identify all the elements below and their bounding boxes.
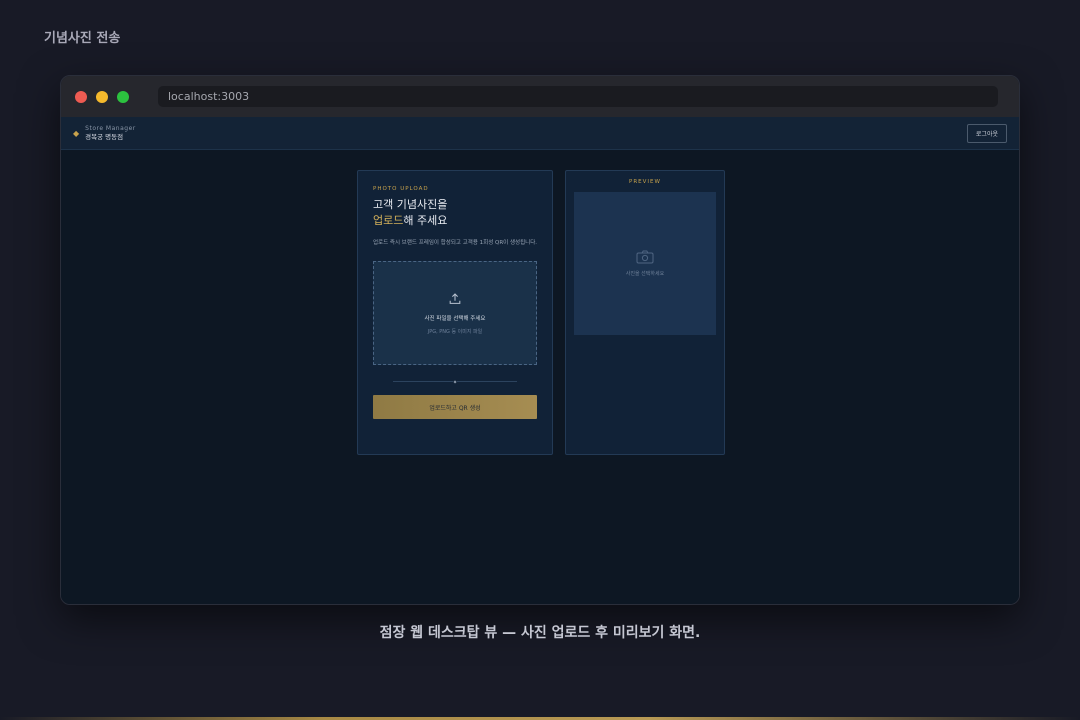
- upload-card: PHOTO UPLOAD 고객 기념사진을 업로드해 주세요 업로드 즉시 브랜…: [357, 170, 553, 455]
- section-label: PHOTO UPLOAD: [373, 186, 429, 192]
- brand-subtitle: Store Manager: [85, 124, 136, 132]
- maximize-window-button[interactable]: [117, 90, 129, 103]
- preview-placeholder: 사진을 선택하세요: [625, 271, 665, 277]
- heading-accent: 업로드: [373, 214, 404, 227]
- minimize-window-button[interactable]: [96, 90, 108, 103]
- browser-titlebar: localhost:3003: [61, 76, 1019, 117]
- heading-line-1: 고객 기념사진을: [373, 198, 448, 211]
- heading-rest: 해 주세요: [403, 214, 448, 227]
- browser-window: localhost:3003 ◆ Store Manager 경복궁 명동점 로…: [60, 75, 1020, 605]
- address-bar[interactable]: localhost:3003: [158, 86, 998, 107]
- file-dropzone[interactable]: 사진 파일을 선택해 주세요 JPG, PNG 등 이미지 파일: [373, 261, 537, 365]
- preview-card: PREVIEW 사진을 선택하세요: [565, 170, 725, 455]
- logout-button[interactable]: 로그아웃: [966, 123, 1007, 143]
- upload-heading: 고객 기념사진을 업로드해 주세요: [373, 197, 537, 229]
- figure-caption: 점장 웹 데스크탑 뷰 — 사진 업로드 후 미리보기 화면.: [379, 625, 701, 641]
- upload-icon: [449, 292, 461, 304]
- main-content: PHOTO UPLOAD 고객 기념사진을 업로드해 주세요 업로드 즉시 브랜…: [61, 150, 1019, 604]
- close-window-button[interactable]: [75, 90, 87, 103]
- upload-description: 업로드 즉시 브랜드 프레임이 합성되고 고객용 1회성 QR이 생성됩니다.: [373, 240, 538, 246]
- preview-area: 사진을 선택하세요: [574, 192, 716, 335]
- store-name: 경복궁 명동점: [85, 132, 124, 141]
- upload-generate-qr-button[interactable]: 업로드하고 QR 생성: [373, 395, 537, 419]
- dropzone-title: 사진 파일을 선택해 주세요: [424, 315, 486, 322]
- dropzone-hint: JPG, PNG 등 이미지 파일: [427, 328, 483, 335]
- page-title: 기념사진 전송: [44, 31, 121, 46]
- diamond-icon: ◆: [73, 128, 80, 138]
- preview-label: PREVIEW: [629, 179, 661, 185]
- camera-icon: [636, 250, 654, 264]
- app-header: ◆ Store Manager 경복궁 명동점 로그아웃: [61, 117, 1019, 150]
- brand: ◆ Store Manager 경복궁 명동점: [73, 124, 136, 141]
- divider: ◆: [373, 377, 537, 385]
